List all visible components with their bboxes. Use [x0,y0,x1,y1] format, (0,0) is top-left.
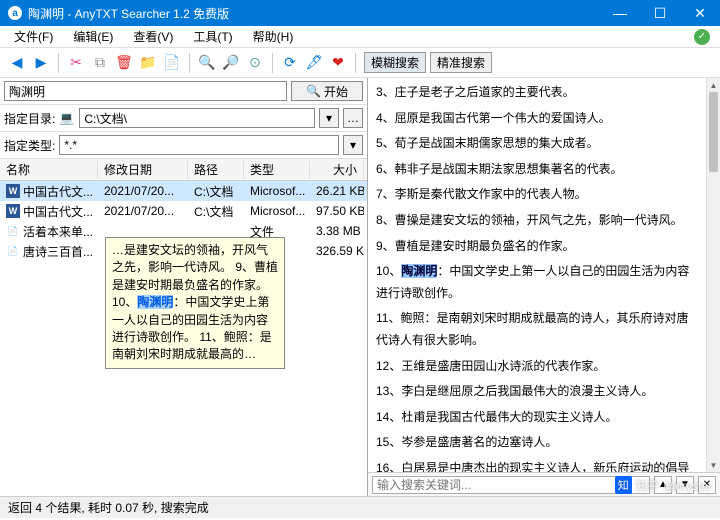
content-line: 16、白居易是中唐杰出的现实主义诗人，新乐府运动的倡导者和主要代表。 [376,458,698,472]
content-line: 8、曹操是建安文坛的领袖，开风气之先，影响一代诗风。 [376,210,698,232]
file-icon: W [6,184,20,198]
col-header-type[interactable]: 类型 [244,161,310,178]
delete-icon[interactable]: 🗑 [113,52,135,74]
file-date: 2021/07/20... [98,204,188,218]
col-header-name[interactable]: 名称 [0,161,98,178]
search-icon: 🔍 [306,84,321,98]
content-line: 10、陶渊明：中国文学史上第一人以自己的田园生活为内容进行诗歌创作。 [376,261,698,304]
file-size: 3.38 MB [310,224,364,238]
refresh-icon[interactable]: ⟳ [279,52,301,74]
file-name: 唐诗三百首... [23,243,93,260]
type-label: 指定类型: [4,137,55,154]
content-line: 5、荀子是战国末期儒家思想的集大成者。 [376,133,698,155]
preview-tooltip: …是建安文坛的领袖，开风气之先，影响一代诗风。 9、曹植是建安时期最负盛名的作家… [105,237,285,369]
menu-help[interactable]: 帮助(H) [243,26,304,47]
file-name: 活着本来单... [23,223,93,240]
file-size: 326.59 KB [310,244,364,258]
scroll-thumb[interactable] [709,92,718,172]
file-icon: W [6,204,20,218]
maximize-button[interactable]: ☐ [640,0,680,26]
menu-file[interactable]: 文件(F) [4,26,63,47]
search-input[interactable] [4,81,287,101]
content-line: 11、鲍照：是南朝刘宋时期成就最高的诗人，其乐府诗对唐代诗人有很大影响。 [376,308,698,351]
watermark: 知知乎 @drystar [615,476,712,494]
content-line: 15、岑参是盛唐著名的边塞诗人。 [376,432,698,454]
file-size: 97.50 KB [310,204,364,218]
type-input[interactable] [59,135,339,155]
mode-exact-button[interactable]: 精准搜索 [430,52,492,73]
status-text: 返回 4 个结果, 耗时 0.07 秒, 搜索完成 [8,499,209,516]
copy-icon[interactable]: ⧉ [89,52,111,74]
content-line: 14、杜甫是我国古代最伟大的现实主义诗人。 [376,407,698,429]
scroll-up-icon[interactable]: ▲ [707,78,720,92]
type-dropdown-button[interactable]: ▾ [343,135,363,155]
content-line: 12、王维是盛唐田园山水诗派的代表作家。 [376,356,698,378]
content-scrollbar[interactable]: ▲ ▼ [706,78,720,472]
back-icon[interactable]: ◀ [6,52,28,74]
table-row[interactable]: W中国古代文... 2021/07/20...C:\文档Microsof...97… [0,201,367,221]
col-header-date[interactable]: 修改日期 [98,161,188,178]
col-header-path[interactable]: 路径 [188,161,244,178]
forward-icon[interactable]: ▶ [30,52,52,74]
content-line: 13、李白是继屈原之后我国最伟大的浪漫主义诗人。 [376,381,698,403]
cut-icon[interactable]: ✂ [65,52,87,74]
translate-icon[interactable]: 🖋 [303,52,325,74]
table-row[interactable]: W中国古代文... 2021/07/20...C:\文档Microsof...26… [0,181,367,201]
file-name: 中国古代文... [23,183,93,200]
file-type: Microsof... [244,184,310,198]
col-header-size[interactable]: 大小 [310,161,364,178]
scroll-down-icon[interactable]: ▼ [707,458,720,472]
mode-fuzzy-button[interactable]: 模糊搜索 [364,52,426,73]
content-line: 4、屈原是我国古代第一个伟大的爱国诗人。 [376,108,698,130]
file-date: 2021/07/20... [98,184,188,198]
dir-browse-button[interactable]: … [343,108,363,128]
document-icon[interactable]: 📄 [161,52,183,74]
window-title: 陶渊明 - AnyTXT Searcher 1.2 免费版 [28,5,600,22]
content-line: 9、曹植是建安时期最负盛名的作家。 [376,236,698,258]
close-button[interactable]: ✕ [680,0,720,26]
zoom-reset-icon[interactable]: ⊙ [244,52,266,74]
file-path: C:\文档 [188,203,244,220]
app-icon: a [8,6,22,20]
dir-dropdown-button[interactable]: ▾ [319,108,339,128]
computer-icon: 💻 [59,111,75,125]
menu-edit[interactable]: 编辑(E) [63,26,123,47]
content-line: 7、李斯是秦代散文作家中的代表人物。 [376,184,698,206]
menu-tools[interactable]: 工具(T) [183,26,242,47]
menu-view[interactable]: 查看(V) [123,26,183,47]
zoom-in-icon[interactable]: 🔍 [196,52,218,74]
zoom-out-icon[interactable]: 🔎 [220,52,242,74]
file-path: C:\文档 [188,183,244,200]
start-search-button[interactable]: 🔍开始 [291,81,363,101]
file-name: 中国古代文... [23,203,93,220]
content-pane[interactable]: 3、庄子是老子之后道家的主要代表。 4、屈原是我国古代第一个伟大的爱国诗人。 5、荀… [368,78,706,472]
file-icon: 📄 [6,244,20,258]
file-icon: 📄 [6,224,20,238]
favorite-icon[interactable]: ❤ [327,52,349,74]
folder-icon[interactable]: 📁 [137,52,159,74]
file-type: Microsof... [244,204,310,218]
status-ok-icon: ✓ [694,29,710,45]
content-line: 3、庄子是老子之后道家的主要代表。 [376,82,698,104]
content-search-input[interactable] [372,476,650,494]
dir-label: 指定目录: [4,110,55,127]
file-size: 26.21 KB [310,184,364,198]
content-line: 6、韩非子是战国末期法家思想集著名的代表。 [376,159,698,181]
dir-input[interactable] [79,108,315,128]
minimize-button[interactable]: — [600,0,640,26]
